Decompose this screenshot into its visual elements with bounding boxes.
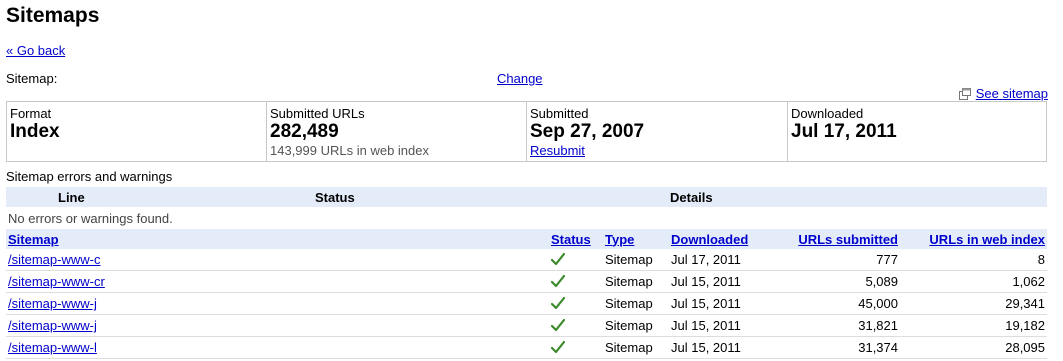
type-cell: Sitemap (603, 314, 669, 337)
urls-submitted-cell: 5,089 (779, 270, 900, 293)
table-row: /sitemap-www-l Sitemap Jul 15, 2011 31,3… (6, 336, 1047, 359)
table-row: /sitemap-www-c Sitemap Jul 17, 2011 777 … (6, 249, 1047, 271)
sort-status[interactable]: Status (551, 232, 591, 247)
sitemap-link[interactable]: /sitemap-www-cr (8, 274, 105, 289)
change-link[interactable]: Change (497, 71, 543, 86)
urls-submitted-cell: 31,821 (779, 314, 900, 337)
sitemap-label: Sitemap: (6, 71, 58, 86)
type-cell: Sitemap (603, 336, 669, 359)
format-value: Index (10, 121, 60, 142)
errors-col-details: Details (670, 190, 713, 205)
downloaded-cell: Jul 15, 2011 (669, 292, 779, 315)
downloaded-cell: Jul 17, 2011 (669, 249, 779, 271)
type-cell: Sitemap (603, 249, 669, 271)
submitted-urls-label: Submitted URLs (270, 106, 365, 121)
sort-urls-submitted[interactable]: URLs submitted (798, 232, 898, 247)
table-row: /sitemap-www-j Sitemap Jul 15, 2011 45,0… (6, 292, 1047, 315)
urls-submitted-cell: 777 (779, 249, 900, 271)
sort-sitemap[interactable]: Sitemap (8, 232, 59, 247)
errors-title: Sitemap errors and warnings (6, 169, 173, 184)
urls-indexed-cell: 29,341 (900, 292, 1047, 315)
sitemap-summary: Format Index Submitted URLs 282,489 143,… (6, 101, 1047, 162)
submitted-value: Sep 27, 2007 (530, 121, 645, 142)
format-cell: Format Index (7, 102, 267, 161)
urls-indexed-cell: 1,062 (900, 270, 1047, 293)
page-title: Sitemaps (6, 4, 100, 27)
sitemap-link[interactable]: /sitemap-www-l (8, 340, 97, 355)
external-window-icon (958, 87, 972, 100)
downloaded-value: Jul 17, 2011 (791, 121, 897, 142)
submitted-urls-value: 282,489 (270, 121, 339, 142)
table-row: /sitemap-www-cr Sitemap Jul 15, 2011 5,0… (6, 270, 1047, 293)
submitted-urls-cell: Submitted URLs 282,489 143,999 URLs in w… (267, 102, 527, 161)
downloaded-cell: Jul 15, 2011 (669, 336, 779, 359)
resubmit-link[interactable]: Resubmit (530, 143, 585, 158)
type-cell: Sitemap (603, 292, 669, 315)
green-check-icon (549, 336, 603, 359)
urls-submitted-cell: 45,000 (779, 292, 900, 315)
downloaded-cell: Downloaded Jul 17, 2011 (788, 102, 1046, 161)
sort-downloaded[interactable]: Downloaded (671, 232, 748, 247)
errors-header: Line Status Details (6, 187, 1047, 207)
errors-col-line: Line (58, 190, 85, 205)
sitemaps-table: Sitemap Status Type Downloaded URLs subm… (6, 229, 1047, 359)
downloaded-cell: Jul 15, 2011 (669, 270, 779, 293)
no-errors-message: No errors or warnings found. (8, 211, 173, 226)
format-label: Format (10, 106, 52, 121)
urls-submitted-cell: 31,374 (779, 336, 900, 359)
table-header-row: Sitemap Status Type Downloaded URLs subm… (6, 229, 1047, 249)
downloaded-cell: Jul 15, 2011 (669, 314, 779, 337)
type-cell: Sitemap (603, 270, 669, 293)
sitemap-link[interactable]: /sitemap-www-j (8, 296, 97, 311)
urls-indexed-cell: 8 (900, 249, 1047, 271)
sort-urls-in-index[interactable]: URLs in web index (929, 232, 1045, 247)
submitted-cell: Submitted Sep 27, 2007 Resubmit (527, 102, 788, 161)
submitted-label: Submitted (530, 106, 589, 121)
table-row: /sitemap-www-j Sitemap Jul 15, 2011 31,8… (6, 314, 1047, 337)
sitemap-link[interactable]: /sitemap-www-c (8, 252, 100, 267)
green-check-icon (549, 249, 603, 271)
errors-col-status: Status (315, 190, 355, 205)
urls-indexed-cell: 28,095 (900, 336, 1047, 359)
see-sitemap-link[interactable]: See sitemap (976, 86, 1048, 101)
go-back-link[interactable]: « Go back (6, 43, 65, 58)
green-check-icon (549, 292, 603, 315)
downloaded-label: Downloaded (791, 106, 864, 121)
see-sitemap[interactable]: See sitemap (958, 86, 1048, 101)
green-check-icon (549, 270, 603, 293)
urls-indexed-cell: 19,182 (900, 314, 1047, 337)
green-check-icon (549, 314, 603, 337)
sitemap-link[interactable]: /sitemap-www-j (8, 318, 97, 333)
sort-type[interactable]: Type (605, 232, 634, 247)
urls-in-web-index: 143,999 URLs in web index (270, 143, 429, 158)
